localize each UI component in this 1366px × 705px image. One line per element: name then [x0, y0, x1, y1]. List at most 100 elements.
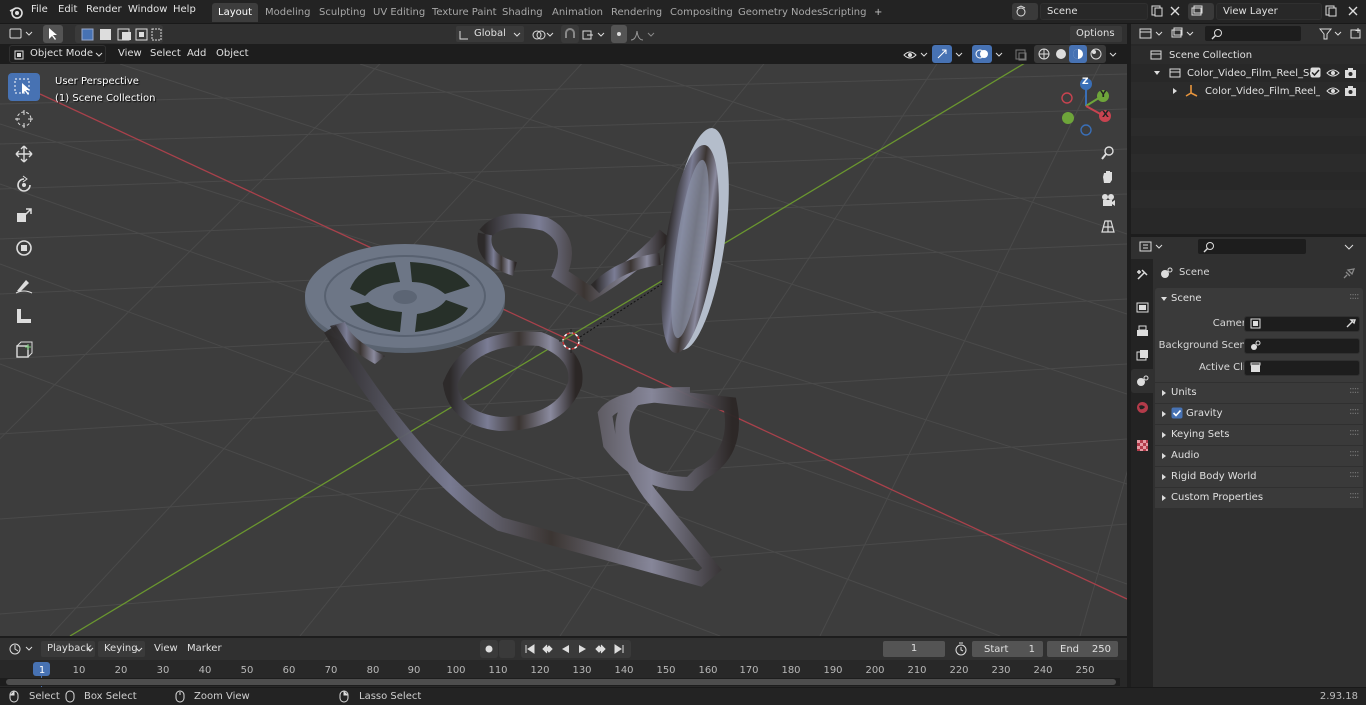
tab-shading[interactable]: Shading	[496, 3, 549, 22]
scene-selector-button[interactable]	[1012, 3, 1038, 20]
tab-sculpting[interactable]: Sculpting	[313, 3, 372, 22]
tab-layout[interactable]: Layout	[212, 3, 258, 22]
menu-render[interactable]: Render	[86, 4, 122, 15]
output-tab-icon[interactable]	[1136, 325, 1149, 338]
tool-move[interactable]	[8, 140, 40, 168]
overlays-toggle[interactable]	[972, 45, 992, 63]
xray-icon[interactable]	[1014, 48, 1028, 62]
tab-scripting[interactable]: Scripting	[816, 3, 872, 22]
render-tab-icon[interactable]	[1136, 301, 1149, 314]
close-icon[interactable]	[1168, 4, 1182, 18]
tool-measure[interactable]	[8, 301, 40, 329]
menu-add[interactable]: Add	[187, 45, 206, 63]
eye-icon[interactable]	[1326, 67, 1340, 79]
blender-logo-icon[interactable]	[9, 5, 23, 19]
zoom-icon[interactable]	[1100, 145, 1116, 161]
end-frame-field[interactable]: End 250	[1046, 640, 1119, 658]
tool-annotate[interactable]	[8, 270, 40, 298]
gravity-panel-header[interactable]: Gravity ::::	[1155, 404, 1363, 424]
tool-scale[interactable]	[8, 202, 40, 230]
tool-add-cube[interactable]	[8, 335, 40, 363]
rendered-shading-icon[interactable]	[1089, 47, 1103, 61]
proportional-editing-toggle[interactable]	[611, 25, 627, 43]
prev-keyframe-icon[interactable]	[541, 643, 553, 655]
jump-end-icon[interactable]	[613, 643, 625, 655]
tool-rotate[interactable]	[8, 170, 40, 198]
drag-handle-icon[interactable]: ::::	[1349, 490, 1360, 501]
checkbox-checked-icon[interactable]	[1310, 67, 1321, 78]
expand-triangle-icon[interactable]	[1153, 69, 1161, 77]
menu-object[interactable]: Object	[216, 45, 249, 63]
timeline-scrollbar[interactable]	[6, 679, 1116, 685]
eye-icon[interactable]	[1326, 85, 1340, 97]
3d-viewport[interactable]: User Perspective (1) Scene Collection Z …	[0, 64, 1127, 636]
chevron-down-icon[interactable]	[1109, 52, 1117, 58]
drag-handle-icon[interactable]: ::::	[1349, 291, 1360, 302]
outliner-row-object[interactable]: Color_Video_Film_Reel_S	[1131, 82, 1366, 100]
collapse-triangle-icon[interactable]	[1171, 87, 1179, 95]
camera-field[interactable]	[1244, 316, 1360, 332]
jump-start-icon[interactable]	[524, 643, 536, 655]
tab-rendering[interactable]: Rendering	[605, 3, 668, 22]
keying-sets-panel-header[interactable]: Keying Sets ::::	[1155, 425, 1363, 445]
perspective-grid-icon[interactable]	[1100, 218, 1116, 234]
scene-name-field[interactable]: Scene	[1040, 3, 1148, 20]
timeline-marker-menu[interactable]: Marker	[187, 640, 222, 658]
keying-set-dropdown[interactable]	[499, 640, 515, 658]
pin-icon[interactable]	[1343, 266, 1356, 279]
pan-hand-icon[interactable]	[1100, 169, 1116, 185]
auto-keying-toggle[interactable]	[480, 640, 498, 658]
menu-help[interactable]: Help	[173, 4, 196, 15]
outliner-row-scene-collection[interactable]: Scene Collection	[1131, 46, 1366, 64]
add-workspace-button[interactable]: +	[868, 3, 888, 22]
menu-select[interactable]: Select	[150, 45, 181, 63]
units-panel-header[interactable]: Units ::::	[1155, 383, 1363, 403]
tool-cursor[interactable]	[8, 104, 40, 132]
drag-handle-icon[interactable]: ::::	[1349, 448, 1360, 459]
menu-view[interactable]: View	[118, 45, 142, 63]
stopwatch-icon[interactable]	[954, 642, 968, 656]
timeline-view-menu[interactable]: View	[154, 640, 178, 658]
drag-handle-icon[interactable]: ::::	[1349, 385, 1360, 396]
drag-handle-icon[interactable]: ::::	[1349, 406, 1360, 417]
next-keyframe-icon[interactable]	[595, 643, 607, 655]
chevron-down-icon[interactable]	[995, 52, 1003, 58]
custom-properties-panel-header[interactable]: Custom Properties ::::	[1155, 488, 1363, 508]
drag-handle-icon[interactable]: ::::	[1349, 427, 1360, 438]
display-mode-icon[interactable]	[1171, 27, 1195, 41]
view-layer-name-field[interactable]: View Layer	[1216, 3, 1322, 20]
material-preview-shading-button[interactable]	[1069, 45, 1087, 63]
gizmo-toggle[interactable]	[932, 45, 952, 63]
play-reverse-icon[interactable]	[559, 643, 571, 655]
background-scene-field[interactable]	[1244, 338, 1360, 354]
start-frame-field[interactable]: Start 1	[971, 640, 1044, 658]
tab-geometry-nodes[interactable]: Geometry Nodes	[732, 3, 828, 22]
chevron-down-icon[interactable]	[955, 52, 963, 58]
drag-handle-icon[interactable]: ::::	[1349, 469, 1360, 480]
wireframe-shading-icon[interactable]	[1037, 47, 1051, 61]
scene-section-header[interactable]: Scene ::::	[1155, 288, 1363, 310]
current-frame-field[interactable]: 1	[882, 640, 946, 658]
snap-toggle[interactable]	[561, 25, 579, 43]
chevron-down-icon[interactable]	[1344, 244, 1354, 250]
texture-tab-icon[interactable]	[1136, 439, 1149, 452]
view-layer-selector-button[interactable]	[1188, 3, 1214, 20]
tab-animation[interactable]: Animation	[546, 3, 609, 22]
filter-icon[interactable]	[1319, 27, 1343, 41]
play-icon[interactable]	[577, 643, 589, 655]
scene-tab[interactable]	[1131, 369, 1153, 393]
active-clip-field[interactable]	[1244, 360, 1360, 376]
audio-panel-header[interactable]: Audio ::::	[1155, 446, 1363, 466]
tab-compositing[interactable]: Compositing	[664, 3, 739, 22]
visibility-eye-icon[interactable]	[903, 48, 931, 62]
tab-texture-paint[interactable]: Texture Paint	[426, 3, 503, 22]
outliner-row-collection[interactable]: Color_Video_Film_Reel_Set_0	[1131, 64, 1366, 82]
editor-type-icon[interactable]	[1139, 27, 1163, 41]
tool-transform[interactable]	[8, 233, 40, 261]
tab-uv-editing[interactable]: UV Editing	[367, 3, 431, 22]
tool-select-box[interactable]	[8, 73, 40, 101]
copy-view-layer-icon[interactable]	[1324, 4, 1338, 18]
close-icon[interactable]	[1346, 4, 1360, 18]
snap-increment-icon[interactable]	[581, 28, 607, 42]
editor-type-icon[interactable]	[1139, 240, 1163, 254]
